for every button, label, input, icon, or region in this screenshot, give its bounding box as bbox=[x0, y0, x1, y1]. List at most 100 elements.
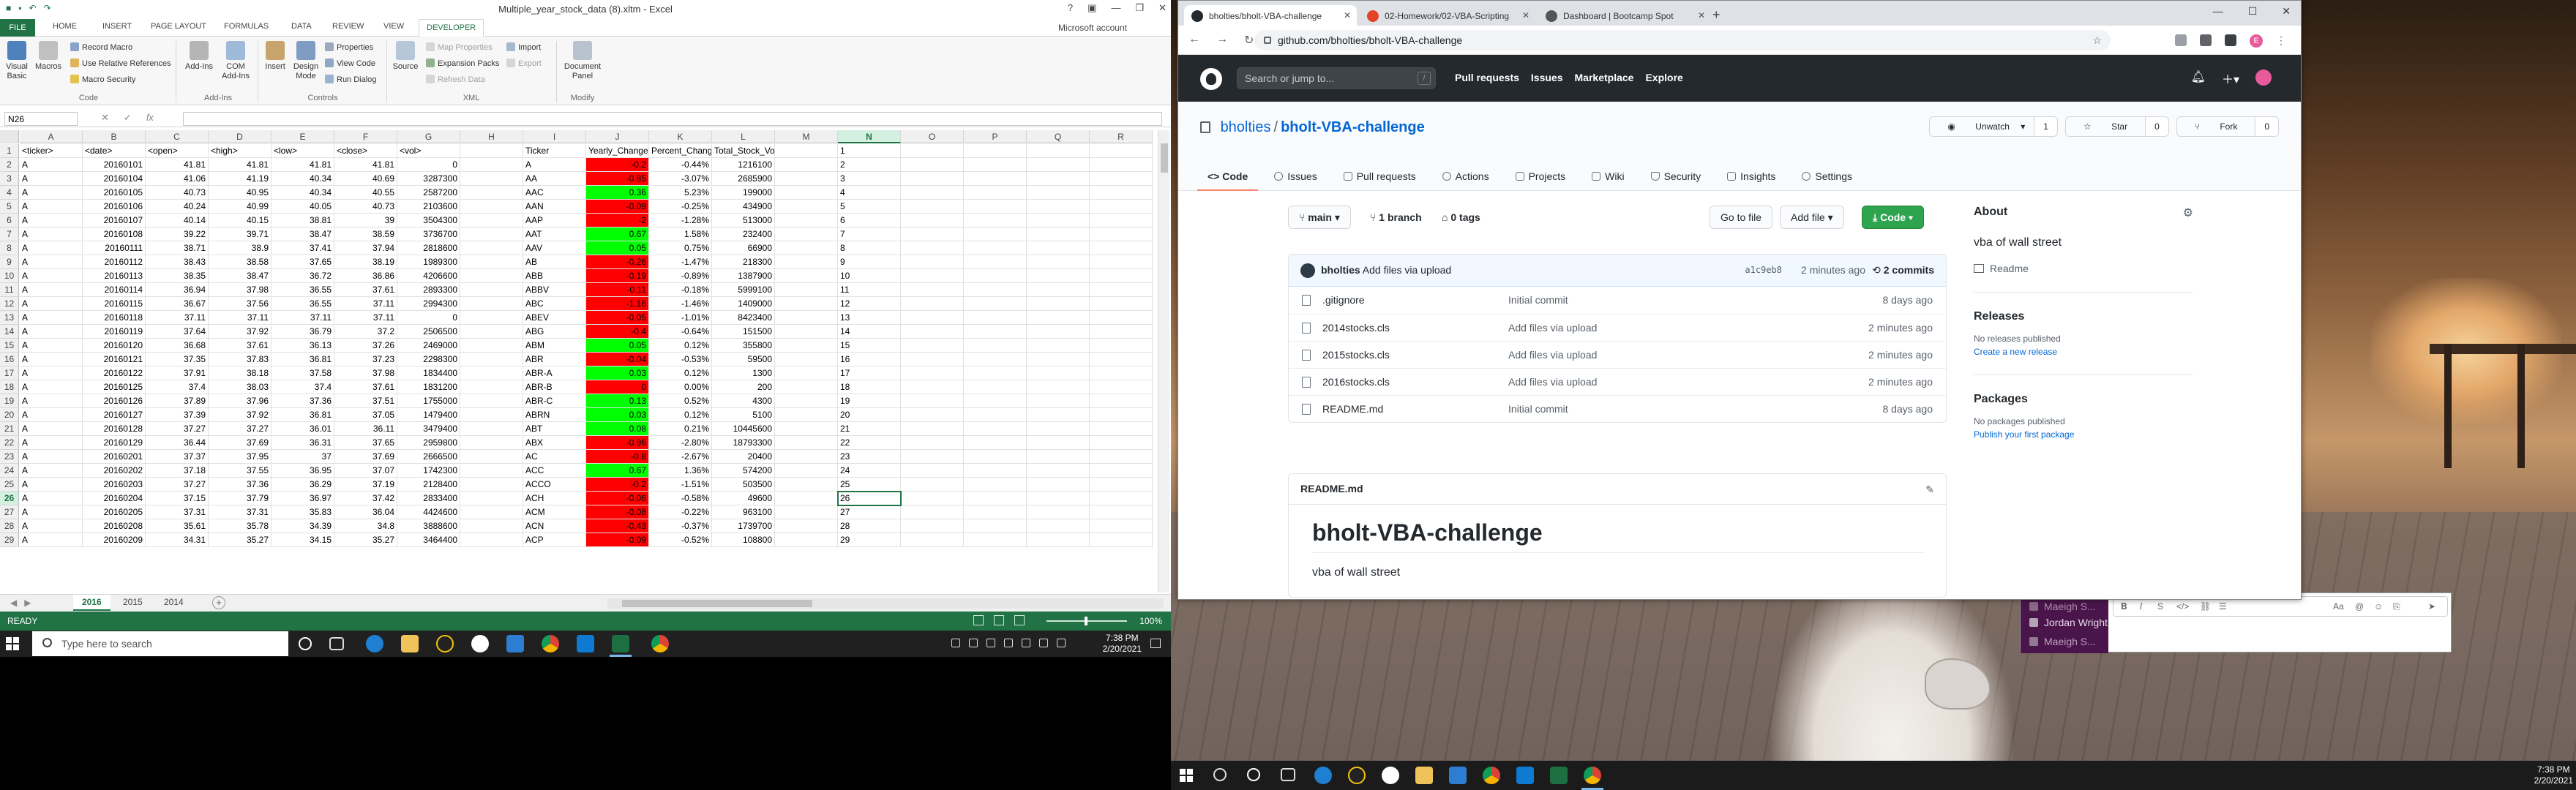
cell-m1[interactable] bbox=[775, 144, 838, 158]
cell-f28[interactable]: 34.8 bbox=[334, 519, 397, 533]
excel-icon[interactable] bbox=[1550, 767, 1568, 784]
chrome-icon[interactable] bbox=[1483, 767, 1500, 784]
cell-c17[interactable]: 37.91 bbox=[146, 366, 209, 380]
cell-o11[interactable] bbox=[901, 283, 964, 297]
row-header[interactable]: 15 bbox=[0, 339, 19, 353]
cell-b28[interactable]: 20160208 bbox=[83, 519, 146, 533]
cell-i10[interactable]: ABB bbox=[523, 269, 586, 283]
cell-m13[interactable] bbox=[775, 311, 838, 325]
select-all-corner[interactable] bbox=[0, 130, 19, 143]
cell-p2[interactable] bbox=[964, 158, 1027, 172]
cell-g5[interactable]: 2103600 bbox=[397, 200, 460, 214]
scroll-thumb[interactable] bbox=[1161, 143, 1168, 173]
cell-j9[interactable]: -0.26 bbox=[586, 255, 649, 269]
cell-a4[interactable]: A bbox=[20, 186, 83, 200]
cell-d21[interactable]: 37.27 bbox=[209, 422, 272, 436]
restore-button[interactable]: ❐ bbox=[1135, 2, 1144, 14]
cell-n20[interactable]: 20 bbox=[838, 408, 901, 422]
cell-r3[interactable] bbox=[1090, 172, 1153, 186]
cell-p11[interactable] bbox=[964, 283, 1027, 297]
cell-k9[interactable]: -1.47% bbox=[649, 255, 712, 269]
cell-b26[interactable]: 20160204 bbox=[83, 492, 146, 505]
cell-i3[interactable]: AA bbox=[523, 172, 586, 186]
cell-m25[interactable] bbox=[775, 478, 838, 492]
cell-e27[interactable]: 35.83 bbox=[272, 505, 334, 519]
cell-k20[interactable]: 0.12% bbox=[649, 408, 712, 422]
cell-a11[interactable]: A bbox=[20, 283, 83, 297]
row-header[interactable]: 9 bbox=[0, 255, 19, 269]
cell-d29[interactable]: 35.27 bbox=[209, 533, 272, 547]
row-header[interactable]: 1 bbox=[0, 144, 19, 158]
add-file-button[interactable]: Add file ▾ bbox=[1780, 206, 1844, 229]
cell-e16[interactable]: 36.81 bbox=[272, 353, 334, 366]
cell-g17[interactable]: 1834400 bbox=[397, 366, 460, 380]
column-header-f[interactable]: F bbox=[334, 130, 397, 143]
cell-a8[interactable]: A bbox=[20, 241, 83, 255]
column-header-o[interactable]: O bbox=[901, 130, 964, 143]
code-download-button[interactable]: ⤓ Code ▾ bbox=[1862, 206, 1924, 229]
horizontal-scrollbar[interactable] bbox=[607, 598, 1164, 609]
properties-button[interactable]: Properties bbox=[325, 42, 373, 52]
format-icon[interactable]: Aa bbox=[2333, 601, 2344, 612]
cell-d22[interactable]: 37.69 bbox=[209, 436, 272, 450]
cell-d11[interactable]: 37.98 bbox=[209, 283, 272, 297]
cell-q21[interactable] bbox=[1027, 422, 1090, 436]
cell-k26[interactable]: -0.58% bbox=[649, 492, 712, 505]
cell-r16[interactable] bbox=[1090, 353, 1153, 366]
tab-issues[interactable]: Issues bbox=[1264, 165, 1327, 191]
cell-m5[interactable] bbox=[775, 200, 838, 214]
cell-p1[interactable] bbox=[964, 144, 1027, 158]
cell-k29[interactable]: -0.52% bbox=[649, 533, 712, 547]
commits-link[interactable]: ⟲ 2 commits bbox=[1872, 264, 1934, 276]
cell-n26[interactable]: 26 bbox=[838, 492, 901, 505]
branch-select-button[interactable]: ⑂ main ▾ bbox=[1288, 206, 1351, 229]
cell-f25[interactable]: 37.19 bbox=[334, 478, 397, 492]
nav-marketplace[interactable]: Marketplace bbox=[1575, 72, 1634, 83]
code-icon[interactable]: </> bbox=[2176, 601, 2189, 612]
cell-n6[interactable]: 6 bbox=[838, 214, 901, 227]
new-tab-button[interactable]: + bbox=[1712, 7, 1721, 23]
cell-q18[interactable] bbox=[1027, 380, 1090, 394]
unwatch-button[interactable]: ◉ Unwatch ▾ 1 bbox=[1929, 116, 2058, 137]
tab-developer[interactable]: DEVELOPER bbox=[419, 19, 484, 37]
cell-l9[interactable]: 218300 bbox=[712, 255, 775, 269]
cell-m11[interactable] bbox=[775, 283, 838, 297]
cell-l25[interactable]: 503500 bbox=[712, 478, 775, 492]
cell-j2[interactable]: -0.2 bbox=[586, 158, 649, 172]
extension-icon[interactable] bbox=[2225, 34, 2236, 46]
cell-a9[interactable]: A bbox=[20, 255, 83, 269]
cell-m26[interactable] bbox=[775, 492, 838, 505]
cell-h23[interactable] bbox=[460, 450, 523, 464]
cell-l18[interactable]: 200 bbox=[712, 380, 775, 394]
cell-h25[interactable] bbox=[460, 478, 523, 492]
cell-r1[interactable] bbox=[1090, 144, 1153, 158]
cell-d14[interactable]: 37.92 bbox=[209, 325, 272, 339]
enter-icon[interactable]: ✓ bbox=[124, 112, 132, 124]
source-button[interactable]: Source bbox=[391, 41, 420, 72]
search-icon[interactable] bbox=[1213, 768, 1227, 781]
cell-d2[interactable]: 41.81 bbox=[209, 158, 272, 172]
file-name[interactable]: README.md bbox=[1322, 403, 1383, 415]
cell-n27[interactable]: 27 bbox=[838, 505, 901, 519]
cell-f18[interactable]: 37.61 bbox=[334, 380, 397, 394]
tab-file[interactable]: FILE bbox=[0, 19, 35, 37]
cell-r13[interactable] bbox=[1090, 311, 1153, 325]
cell-j20[interactable]: 0.03 bbox=[586, 408, 649, 422]
cell-k16[interactable]: -0.53% bbox=[649, 353, 712, 366]
cell-q14[interactable] bbox=[1027, 325, 1090, 339]
cell-o16[interactable] bbox=[901, 353, 964, 366]
cell-b13[interactable]: 20160118 bbox=[83, 311, 146, 325]
browser-tab-bootcamp[interactable]: Dashboard | Bootcamp Spot ✕ bbox=[1538, 5, 1711, 26]
column-header-m[interactable]: M bbox=[775, 130, 838, 143]
cell-g18[interactable]: 1831200 bbox=[397, 380, 460, 394]
zoom-level[interactable]: 100% bbox=[1139, 616, 1162, 626]
cell-m16[interactable] bbox=[775, 353, 838, 366]
column-header-p[interactable]: P bbox=[964, 130, 1027, 143]
cell-a24[interactable]: A bbox=[20, 464, 83, 478]
cell-e22[interactable]: 36.31 bbox=[272, 436, 334, 450]
file-row[interactable]: 2014stocks.cls Add files via upload 2 minu… bbox=[1289, 314, 1946, 341]
close-button[interactable]: ✕ bbox=[2282, 5, 2291, 18]
cell-g9[interactable]: 1989300 bbox=[397, 255, 460, 269]
chat-item-jordan[interactable]: Jordan Wright bbox=[2029, 617, 2108, 628]
cell-g4[interactable]: 2587200 bbox=[397, 186, 460, 200]
